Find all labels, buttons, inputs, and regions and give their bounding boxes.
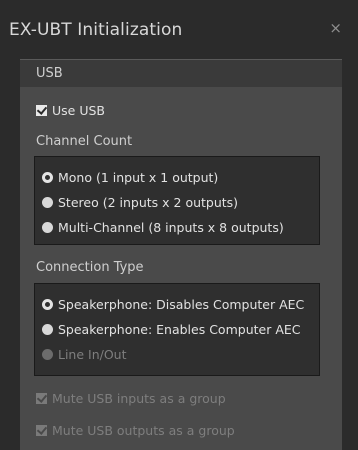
connection-type-label: Connection Type [36,260,144,275]
channel-count-label: Channel Count [36,134,133,149]
use-usb-checkbox[interactable]: Use USB [36,101,105,119]
radio-enables-aec-label: Speakerphone: Enables Computer AEC [58,321,301,337]
radio-stereo-label: Stereo (2 inputs x 2 outputs) [58,194,239,210]
mute-outputs-label: Mute USB outputs as a group [52,422,235,438]
radio-unselected-icon[interactable] [42,323,53,335]
dialog-title: EX-UBT Initialization [9,20,183,40]
close-icon[interactable]: × [329,21,342,36]
radio-selected-icon[interactable] [42,171,53,183]
radio-mono[interactable]: Mono (1 input x 1 output) [42,168,218,186]
radio-selected-icon[interactable] [42,298,53,310]
mute-outputs-checkbox: Mute USB outputs as a group [36,421,235,439]
radio-enables-aec[interactable]: Speakerphone: Enables Computer AEC [42,320,301,338]
radio-disables-aec[interactable]: Speakerphone: Disables Computer AEC [42,295,304,313]
checkbox-checked-icon[interactable] [36,103,48,116]
checkbox-disabled-icon [36,423,48,436]
radio-unselected-icon[interactable] [42,196,53,208]
radio-multi-channel[interactable]: Multi-Channel (8 inputs x 8 outputs) [42,218,284,236]
usb-panel-header: USB [20,59,342,87]
ex-ubt-initialization-dialog: EX-UBT Initialization × USB Use USB Chan… [0,0,358,450]
usb-panel: USB Use USB Channel Count Mono (1 input … [20,59,342,450]
radio-disables-aec-label: Speakerphone: Disables Computer AEC [58,296,305,312]
use-usb-label: Use USB [52,102,105,118]
radio-disabled-icon [42,348,53,360]
checkbox-disabled-icon [36,391,48,404]
channel-count-group: Mono (1 input x 1 output) Stereo (2 inpu… [34,156,320,245]
usb-panel-title: USB [36,66,63,81]
radio-line-in-out-label: Line In/Out [58,346,127,362]
title-bar[interactable]: EX-UBT Initialization × [0,0,358,54]
radio-mono-label: Mono (1 input x 1 output) [58,169,219,185]
radio-multi-channel-label: Multi-Channel (8 inputs x 8 outputs) [58,219,284,235]
radio-stereo[interactable]: Stereo (2 inputs x 2 outputs) [42,193,238,211]
mute-inputs-label: Mute USB inputs as a group [52,390,226,406]
mute-inputs-checkbox: Mute USB inputs as a group [36,389,226,407]
radio-unselected-icon[interactable] [42,221,53,233]
radio-line-in-out: Line In/Out [42,345,127,363]
connection-type-group: Speakerphone: Disables Computer AEC Spea… [34,283,320,376]
